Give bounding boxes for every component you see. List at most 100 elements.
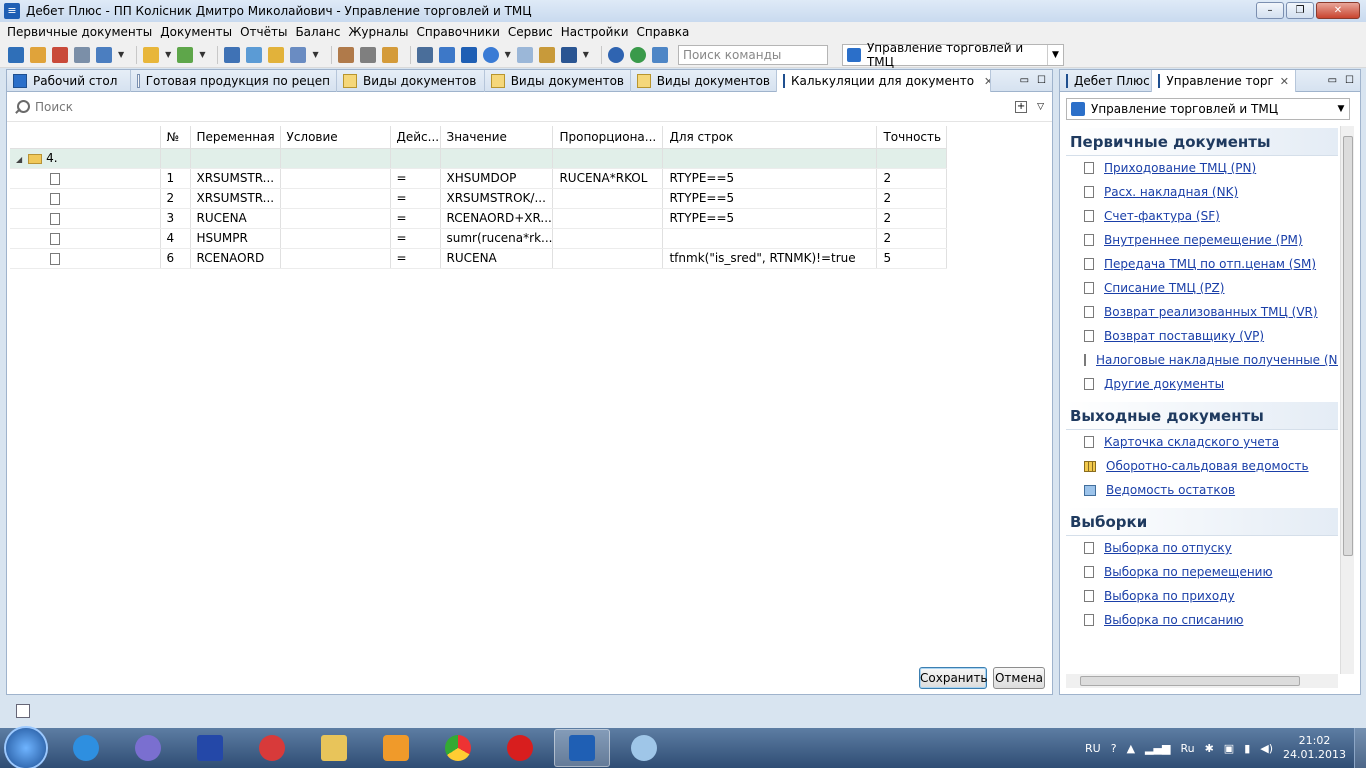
scroll-thumb[interactable]	[1343, 136, 1353, 556]
nav-link-label[interactable]: Карточка складского учета	[1104, 435, 1279, 449]
taskbar-ie[interactable]	[58, 729, 114, 767]
chevron-down-icon[interactable]: ▼	[1046, 44, 1063, 65]
help-icon[interactable]: ?	[1111, 742, 1117, 755]
help-icon[interactable]	[607, 46, 624, 63]
bluetooth-icon[interactable]: ✱	[1205, 742, 1214, 755]
nav-link[interactable]: Другие документы	[1066, 372, 1338, 396]
taskbar-debet-plus[interactable]	[554, 729, 610, 767]
menu-settings[interactable]: Настройки	[557, 25, 633, 39]
expand-all-icon[interactable]: +	[1015, 100, 1028, 113]
table-row[interactable]: 6 RCENAORD = RUCENA tfnmk("is_sred", RTN…	[10, 248, 948, 269]
nav-link-label[interactable]: Возврат реализованных ТМЦ (VR)	[1104, 305, 1318, 319]
users-icon[interactable]	[381, 46, 398, 63]
menu-documents[interactable]: Документы	[156, 25, 236, 39]
col-number[interactable]: №	[160, 126, 191, 149]
image-icon[interactable]	[246, 46, 263, 63]
nav-link[interactable]: Счет-фактура (SF)	[1066, 204, 1338, 228]
col-tree[interactable]	[10, 126, 161, 149]
menu-help[interactable]: Справка	[633, 25, 694, 39]
grid-icon[interactable]	[268, 46, 285, 63]
taskbar-opera[interactable]	[492, 729, 548, 767]
tab-finished-products[interactable]: Готовая продукция по рецеп	[131, 70, 337, 92]
nav-link[interactable]: Карточка складского учета	[1066, 430, 1338, 454]
nav-link[interactable]: Списание ТМЦ (PZ)	[1066, 276, 1338, 300]
gear-icon[interactable]	[482, 46, 499, 63]
nav-link-label[interactable]: Выборка по перемещению	[1104, 565, 1273, 579]
clock[interactable]: 21:02 24.01.2013	[1283, 734, 1346, 762]
chevron-down-icon[interactable]: ▼	[118, 50, 124, 59]
tab-doc-types-1[interactable]: Виды документов	[337, 70, 485, 92]
nav-link[interactable]: Выборка по приходу	[1066, 584, 1338, 608]
tab-doc-types-2[interactable]: Виды документов	[485, 70, 631, 92]
star-icon[interactable]	[438, 46, 455, 63]
nav-link-label[interactable]: Счет-фактура (SF)	[1104, 209, 1220, 223]
col-condition[interactable]: Условие	[280, 126, 391, 149]
menu-primary-docs[interactable]: Первичные документы	[3, 25, 156, 39]
network-icon[interactable]: ▣	[1224, 742, 1234, 755]
col-value[interactable]: Значение	[440, 126, 554, 149]
maximize-view-icon[interactable]: ☐	[1037, 75, 1046, 86]
taskbar-hearts[interactable]	[244, 729, 300, 767]
nav-link-label[interactable]: Возврат поставщику (VP)	[1104, 329, 1264, 343]
nav-link[interactable]: Возврат реализованных ТМЦ (VR)	[1066, 300, 1338, 324]
taskbar-spider[interactable]	[120, 729, 176, 767]
view-menu-icon[interactable]: ▽	[1037, 102, 1044, 112]
edit-doc-icon[interactable]	[52, 46, 68, 63]
nav-link[interactable]: Приходование ТМЦ (PN)	[1066, 156, 1338, 180]
maximize-view-icon[interactable]: ☐	[1345, 75, 1354, 86]
keyboard-layout[interactable]: Ru	[1180, 742, 1194, 755]
restore-button[interactable]: ❐	[1286, 2, 1314, 19]
chevron-down-icon[interactable]: ▼	[199, 50, 205, 59]
folder-arrow-icon[interactable]	[143, 46, 160, 63]
taskbar-paint[interactable]	[616, 729, 672, 767]
horizontal-scrollbar[interactable]	[1066, 674, 1338, 688]
open-doc-icon[interactable]	[30, 46, 46, 63]
nav-link-label[interactable]: Выборка по отпуску	[1104, 541, 1232, 555]
nav-link[interactable]: Ведомость остатков	[1066, 478, 1338, 502]
nav-link[interactable]: Выборка по перемещению	[1066, 560, 1338, 584]
nav-link-label[interactable]: Выборка по приходу	[1104, 589, 1235, 603]
new-doc-icon[interactable]	[177, 46, 194, 63]
tab-calculations[interactable]: Калькуляции для документо ✕	[777, 70, 991, 92]
tab-debet-plus[interactable]: Дебет Плюс	[1060, 70, 1152, 92]
globe-icon[interactable]	[629, 46, 646, 63]
col-precision[interactable]: Точность	[876, 126, 948, 149]
m-logo-icon[interactable]	[560, 46, 577, 63]
tab-trade-management[interactable]: Управление торг ✕	[1152, 70, 1296, 92]
nav-link[interactable]: Оборотно-сальдовая ведомость	[1066, 454, 1338, 478]
tab-doc-types-3[interactable]: Виды документов	[631, 70, 777, 92]
safe-icon[interactable]	[359, 46, 376, 63]
mail-inbox-icon[interactable]	[651, 46, 668, 63]
taskbar-chrome[interactable]	[430, 729, 486, 767]
table-row[interactable]: 1 XRSUMSTR... = XHSUMDOP RUCENA*RKOL RTY…	[10, 168, 948, 189]
nav-link-label[interactable]: Ведомость остатков	[1106, 483, 1235, 497]
debet-plus-icon[interactable]	[460, 46, 477, 63]
up-arrow-icon[interactable]: ▲	[1127, 742, 1135, 755]
col-proportional[interactable]: Пропорциона...	[552, 126, 664, 149]
language-indicator[interactable]: RU	[1085, 742, 1101, 755]
taskbar-floppy[interactable]	[182, 729, 238, 767]
scroll-thumb[interactable]	[1080, 676, 1300, 686]
nav-link-label[interactable]: Передача ТМЦ по отп.ценам (SM)	[1104, 257, 1316, 271]
tab-desktop[interactable]: Рабочий стол	[7, 70, 131, 92]
taskbar-explorer[interactable]	[306, 729, 362, 767]
save-button[interactable]: Сохранить	[919, 667, 988, 689]
minimize-view-icon[interactable]: ▭	[1020, 75, 1029, 86]
nav-link[interactable]: Выборка по списанию	[1066, 608, 1338, 632]
power-icon[interactable]: ▮	[1244, 742, 1250, 755]
cancel-button[interactable]: Отмена	[993, 667, 1045, 689]
signal-icon[interactable]: ▂▄▆	[1145, 742, 1170, 755]
chevron-down-icon[interactable]: ▼	[1333, 104, 1349, 114]
col-variable[interactable]: Переменная	[190, 126, 281, 149]
toolbox-icon[interactable]	[538, 46, 555, 63]
chevron-down-icon[interactable]: ▼	[312, 50, 318, 59]
table-group-row[interactable]: ◢ 4.	[10, 148, 948, 169]
col-action[interactable]: Дейс...	[390, 126, 441, 149]
table-row[interactable]: 3 RUCENA = RCENAORD+XR... RTYPE==5 2	[10, 208, 948, 229]
minimize-button[interactable]: –	[1256, 2, 1284, 19]
nav-link-label[interactable]: Приходование ТМЦ (PN)	[1104, 161, 1256, 175]
nav-link-label[interactable]: Расх. накладная (NK)	[1104, 185, 1238, 199]
menu-reports[interactable]: Отчёты	[236, 25, 291, 39]
vertical-scrollbar[interactable]	[1340, 126, 1354, 674]
start-button[interactable]	[6, 728, 46, 768]
